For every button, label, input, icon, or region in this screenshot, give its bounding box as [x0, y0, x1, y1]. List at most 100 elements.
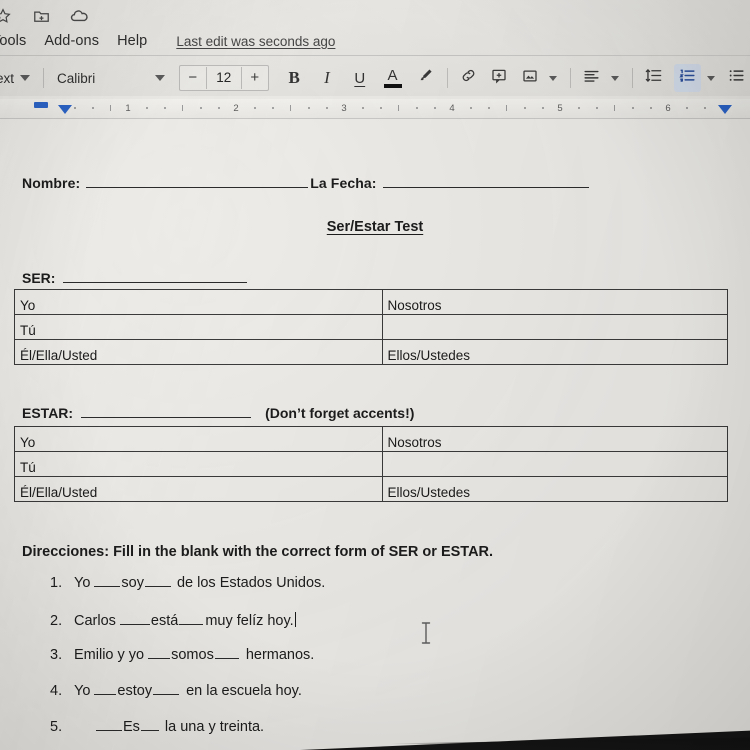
font-size-value[interactable]: 12 — [205, 67, 242, 89]
insert-link-button[interactable] — [455, 64, 482, 92]
move-to-folder-icon[interactable] — [30, 5, 52, 27]
mouse-cursor-ibeam-icon — [420, 620, 432, 646]
star-icon[interactable] — [0, 5, 14, 27]
ser-conjugation-table[interactable]: Yo Nosotros Tú Él/Ella/Usted Ellos/Usted… — [14, 289, 728, 365]
list-item[interactable]: 3. Emilio y yo somos hermanos. — [50, 646, 325, 682]
app-chrome: Tools Add-ons Help Last edit was seconds… — [0, 0, 750, 96]
question-answer[interactable]: Es — [123, 719, 140, 735]
ser-cell-ellos-ustedes[interactable]: Ellos/Ustedes — [381, 339, 728, 365]
answer-blank-left[interactable] — [94, 574, 121, 587]
answer-blank-right[interactable] — [179, 612, 204, 625]
text-color-letter: A — [387, 66, 398, 84]
menu-item-add-ons[interactable]: Add-ons — [35, 31, 108, 51]
document-header-row: Nombre: La Fecha: — [22, 174, 589, 191]
italic-button[interactable]: I — [314, 64, 341, 92]
ruler-mark: 3 — [341, 103, 347, 114]
estar-cell-nosotros[interactable]: Nosotros — [381, 426, 728, 452]
table-row[interactable]: Yo Nosotros — [14, 426, 728, 452]
insert-image-button[interactable] — [516, 64, 543, 92]
ser-blank[interactable] — [63, 269, 248, 283]
answer-blank-right[interactable] — [140, 718, 159, 731]
estar-cell-ellos-ustedes[interactable]: Ellos/Ustedes — [381, 476, 728, 502]
question-answer[interactable]: está — [151, 613, 178, 629]
list-item[interactable]: 4. Yo estoy en la escuela hoy. — [50, 682, 325, 718]
bulleted-list-button[interactable] — [723, 64, 750, 92]
list-item[interactable]: 1. Yo soy de los Estados Unidos. — [50, 574, 325, 610]
answer-blank-right[interactable] — [153, 682, 180, 695]
estar-blank[interactable] — [81, 404, 252, 418]
answer-blank-right[interactable] — [144, 574, 171, 587]
text-color-button[interactable]: A — [379, 64, 406, 92]
document-ruler[interactable]: 1 2 3 4 5 6 — [0, 99, 750, 119]
list-item[interactable]: 5. Es la una y treinta. — [50, 718, 325, 750]
paragraph-style-chevron-down-icon[interactable] — [20, 75, 31, 81]
menu-item-tools[interactable]: Tools — [0, 31, 35, 51]
estar-section-label: ESTAR: (Don’t forget accents!) — [22, 404, 414, 421]
ser-label-text: SER: — [22, 270, 56, 286]
estar-conjugation-table[interactable]: Yo Nosotros Tú Él/Ella/Usted Ellos/Usted… — [14, 426, 728, 502]
question-before-text: Emilio y yo — [74, 647, 145, 663]
font-family-label[interactable]: Calibri — [51, 71, 149, 86]
paragraph-style-label[interactable]: ext — [0, 71, 14, 86]
questions-list[interactable]: 1. Yo soy de los Estados Unidos. 2. Carl… — [50, 574, 325, 750]
question-answer[interactable]: estoy — [117, 683, 152, 699]
answer-blank-left[interactable] — [119, 612, 150, 625]
numbered-list-icon — [678, 66, 697, 90]
estar-cell-el-ella-usted[interactable]: Él/Ella/Usted — [14, 476, 383, 502]
add-comment-button[interactable] — [485, 64, 512, 92]
list-item[interactable]: 2. Carlos está muy felíz hoy. — [50, 610, 325, 646]
fecha-blank[interactable] — [382, 174, 589, 188]
estar-cell-blank[interactable] — [381, 451, 728, 477]
ruler-mark: 5 — [557, 103, 563, 114]
text-color-swatch — [383, 83, 402, 88]
ser-cell-nosotros[interactable]: Nosotros — [381, 289, 728, 315]
align-chevron-down-icon[interactable] — [610, 75, 619, 81]
question-answer[interactable]: somos — [171, 647, 214, 663]
toolbar-divider — [43, 68, 44, 88]
align-button[interactable] — [578, 64, 605, 92]
menu-item-help[interactable]: Help — [108, 31, 156, 51]
ser-cell-yo[interactable]: Yo — [14, 289, 383, 315]
ser-cell-el-ella-usted[interactable]: Él/Ella/Usted — [14, 339, 383, 365]
bold-button[interactable]: B — [281, 64, 308, 92]
font-family-chevron-down-icon[interactable] — [154, 75, 165, 81]
question-before-text: Carlos — [74, 613, 116, 629]
ser-cell-tu[interactable]: Tú — [14, 314, 383, 340]
last-edit-status[interactable]: Last edit was seconds ago — [176, 34, 335, 49]
first-line-indent-marker[interactable] — [58, 105, 72, 114]
font-size-increase-button[interactable]: + — [242, 67, 268, 89]
table-row[interactable]: Él/Ella/Usted Ellos/Ustedes — [14, 339, 728, 365]
insert-image-chevron-down-icon[interactable] — [548, 75, 557, 81]
question-before-text: Yo — [74, 575, 91, 591]
estar-cell-yo[interactable]: Yo — [14, 426, 383, 452]
question-after-text: muy felíz hoy. — [205, 613, 294, 629]
question-after-text: hermanos. — [245, 647, 315, 663]
table-row[interactable]: Tú — [14, 314, 728, 340]
accents-note: (Don’t forget accents!) — [265, 405, 415, 421]
line-spacing-button[interactable] — [640, 64, 667, 92]
underline-button[interactable]: U — [346, 64, 373, 92]
toolbar-divider-2 — [446, 68, 448, 88]
left-indent-marker[interactable] — [34, 102, 48, 108]
table-row[interactable]: Él/Ella/Usted Ellos/Ustedes — [14, 476, 728, 502]
font-size-decrease-button[interactable]: − — [180, 67, 206, 89]
toolbar-divider-4 — [631, 68, 633, 88]
nombre-blank[interactable] — [86, 174, 309, 188]
answer-blank-right[interactable] — [214, 646, 239, 659]
right-indent-marker[interactable] — [718, 105, 732, 114]
cloud-saved-icon[interactable] — [68, 5, 90, 27]
question-answer[interactable]: soy — [121, 575, 144, 591]
ruler-mark: 2 — [233, 103, 239, 114]
ser-cell-blank[interactable] — [381, 314, 728, 340]
answer-blank-left[interactable] — [148, 646, 171, 659]
estar-cell-tu[interactable]: Tú — [14, 451, 383, 477]
numbered-list-chevron-down-icon[interactable] — [707, 75, 716, 81]
highlight-color-button[interactable] — [412, 64, 439, 92]
table-row[interactable]: Yo Nosotros — [14, 289, 728, 315]
answer-blank-left[interactable] — [94, 682, 117, 695]
ruler-mark: 6 — [665, 103, 671, 114]
numbered-list-button[interactable] — [674, 64, 702, 92]
answer-blank-left[interactable] — [96, 718, 122, 731]
document-page[interactable]: Nombre: La Fecha: Ser/Estar Test SER: Yo… — [0, 119, 750, 750]
table-row[interactable]: Tú — [14, 451, 728, 477]
